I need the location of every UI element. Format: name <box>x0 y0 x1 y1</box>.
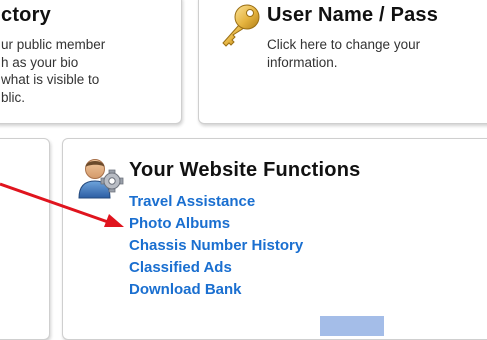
website-functions-panel: Your Website Functions Travel Assistance… <box>62 138 487 340</box>
link-download-bank[interactable]: Download Bank <box>129 279 303 301</box>
user-settings-icon <box>78 159 124 199</box>
bottom-tab[interactable] <box>320 316 384 336</box>
user-desc-line: Click here to change your <box>267 37 421 52</box>
link-photo-albums[interactable]: Photo Albums <box>129 213 303 235</box>
website-functions-links: Travel Assistance Photo Albums Chassis N… <box>129 191 303 301</box>
link-classified-ads[interactable]: Classified Ads <box>129 257 303 279</box>
directory-desc-line: blic. <box>1 89 26 105</box>
directory-panel-title: ctory <box>1 4 51 26</box>
link-chassis-number-history[interactable]: Chassis Number History <box>129 235 303 257</box>
user-name-password-panel[interactable]: User Name / Pass Click here to change yo… <box>198 0 487 124</box>
user-name-password-title: User Name / Pass <box>267 4 439 26</box>
key-icon <box>222 4 260 47</box>
user-name-password-description: Click here to change your information. <box>267 36 420 71</box>
directory-desc-line: ur public member <box>1 37 106 52</box>
website-functions-title: Your Website Functions <box>129 159 361 181</box>
directory-panel[interactable]: ctory ur public member h as your bio wha… <box>0 0 182 124</box>
directory-desc-line: h as your bio <box>1 54 79 70</box>
directory-desc-line: what is visible to <box>1 72 100 87</box>
directory-panel-description: ur public member h as your bio what is v… <box>1 36 105 106</box>
link-travel-assistance[interactable]: Travel Assistance <box>129 191 303 213</box>
user-desc-line: information. <box>267 54 338 70</box>
left-bottom-panel <box>0 138 50 340</box>
